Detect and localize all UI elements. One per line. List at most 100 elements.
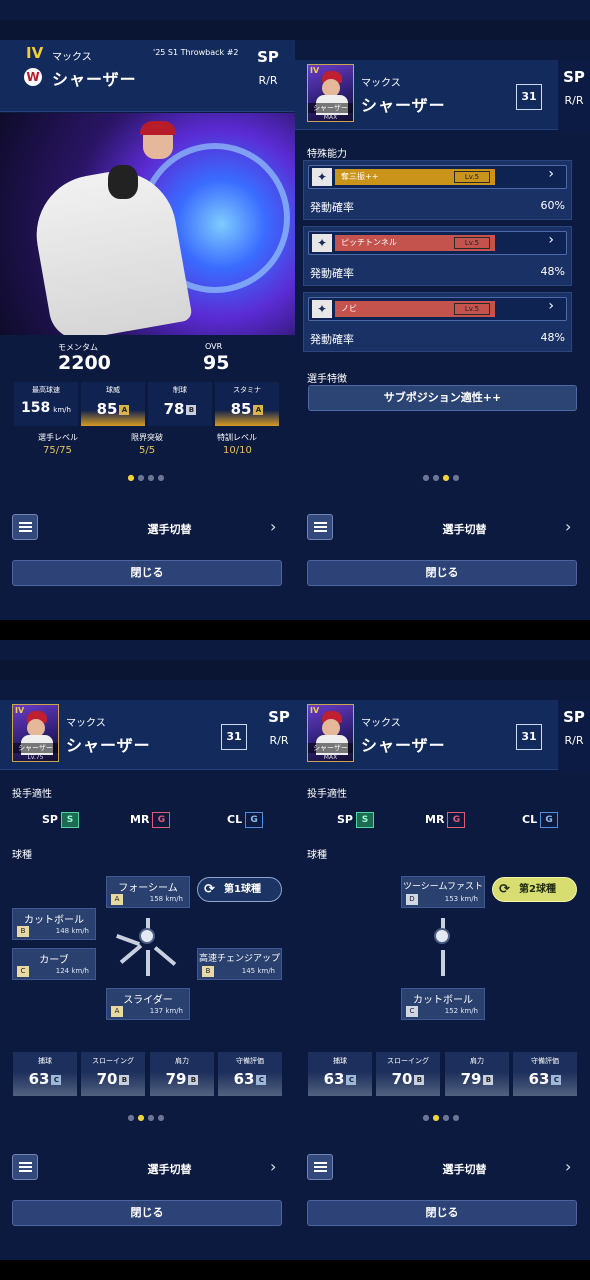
stamina-value: 85 bbox=[230, 400, 252, 418]
close-button[interactable]: 閉じる bbox=[307, 1200, 577, 1226]
position: SP bbox=[563, 68, 585, 86]
last-name: シャーザー bbox=[52, 70, 137, 89]
pitch-name: スライダー bbox=[123, 995, 173, 1006]
chevron-right-icon: › bbox=[548, 298, 554, 314]
fielding-rating: 守備評価 63 C bbox=[218, 1052, 282, 1096]
stat-label: 守備評価 bbox=[531, 1057, 559, 1065]
pitch-speed: 148 km/h bbox=[55, 927, 89, 935]
next-player-button[interactable]: › bbox=[270, 1157, 276, 1176]
pitch-slot-badge[interactable]: ⟳ 第1球種 bbox=[197, 877, 282, 902]
skill-row[interactable]: ✦ ノビ Lv.5 › bbox=[308, 297, 567, 321]
apt-grade: G bbox=[245, 812, 264, 828]
stat-label: スローイング bbox=[387, 1057, 429, 1065]
close-button[interactable]: 閉じる bbox=[307, 560, 577, 586]
pitch-slider[interactable]: スライダー A 137 km/h bbox=[106, 988, 190, 1020]
pitch-grade: D bbox=[406, 894, 418, 905]
top-band bbox=[0, 660, 295, 680]
fielding-throwing: スローイング 70 B bbox=[81, 1052, 145, 1096]
thumb-name: シャーザー bbox=[308, 743, 353, 753]
speed-unit: km/h bbox=[53, 406, 71, 414]
value: 79 bbox=[460, 1070, 482, 1088]
close-button[interactable]: 閉じる bbox=[12, 560, 282, 586]
stat-value: 78 B bbox=[148, 400, 212, 418]
speed-value: 158 bbox=[21, 400, 51, 416]
stat-value: 63 C bbox=[218, 1070, 282, 1088]
trait-button[interactable]: サブポジション適性++ bbox=[308, 385, 577, 411]
skill-row[interactable]: ✦ 奪三振++ Lv.5 › bbox=[308, 165, 567, 189]
value: 63 bbox=[528, 1070, 550, 1088]
next-player-button[interactable]: › bbox=[565, 1157, 571, 1176]
player-switch-label: 選手切替 bbox=[442, 523, 487, 536]
page-dots: ●●●● bbox=[422, 1113, 463, 1122]
limit-value: 5/5 bbox=[139, 445, 156, 456]
skill-level: Lv.5 bbox=[454, 303, 490, 315]
pitch-name: ツーシームファスト bbox=[402, 882, 483, 892]
grade-badge: A bbox=[119, 404, 130, 415]
player-header: IV シャーザー MAX マックス シャーザー 31 SP R/R bbox=[295, 60, 590, 130]
aptitude-cl: CL G bbox=[227, 812, 264, 828]
rank-badge: IV bbox=[15, 706, 25, 715]
apt-grade: S bbox=[355, 812, 374, 828]
ovr-value: 95 bbox=[203, 352, 230, 374]
badge-label: 第2球種 bbox=[519, 884, 556, 895]
thumb-max: MAX bbox=[323, 754, 338, 761]
team-logo-icon: W bbox=[24, 68, 42, 86]
skill-level: Lv.5 bbox=[454, 237, 490, 249]
stat-value: 79 B bbox=[445, 1070, 509, 1088]
rate-label: 発動確率 bbox=[310, 267, 354, 280]
close-button[interactable]: 閉じる bbox=[12, 1200, 282, 1226]
rank-badge: IV bbox=[26, 44, 44, 62]
pitch-four-seam[interactable]: フォーシーム A 158 km/h bbox=[106, 876, 190, 908]
skill-row[interactable]: ✦ ピッチトンネル Lv.5 › bbox=[308, 231, 567, 255]
uniform-number: 31 bbox=[516, 84, 542, 110]
stat-stamina: スタミナ 85 A bbox=[215, 382, 279, 426]
value: 70 bbox=[96, 1070, 118, 1088]
thumb-name: シャーザー bbox=[308, 103, 353, 113]
apt-pos: SP bbox=[337, 813, 353, 826]
apt-pos: CL bbox=[227, 813, 243, 826]
pitch-title: 球種 bbox=[12, 850, 32, 861]
rate-label: 発動確率 bbox=[310, 201, 354, 214]
pitch-speed: 158 km/h bbox=[149, 895, 183, 903]
next-player-button[interactable]: › bbox=[270, 517, 276, 536]
power-value: 85 bbox=[96, 400, 118, 418]
bats-throws: R/R bbox=[258, 74, 278, 87]
player-photo bbox=[0, 113, 295, 335]
momentum-value: 2200 bbox=[58, 352, 111, 374]
pitch-diagram-lines bbox=[108, 916, 188, 980]
apt-pos: CL bbox=[522, 813, 538, 826]
pitch-name: 高速チェンジアップ bbox=[198, 954, 280, 964]
pitch-cutter[interactable]: カットボール C 152 km/h bbox=[401, 988, 485, 1020]
pitch-name: フォーシーム bbox=[118, 883, 178, 894]
stat-label: 捕球 bbox=[333, 1057, 347, 1065]
pitch-cutter[interactable]: カットボール B 148 km/h bbox=[12, 908, 96, 940]
training-label: 特訓レベル bbox=[217, 433, 257, 442]
first-name: マックス bbox=[361, 718, 401, 729]
player-thumbnail: IV シャーザー MAX bbox=[307, 704, 354, 762]
pitch-curve[interactable]: カーブ C 124 km/h bbox=[12, 948, 96, 980]
control-value: 78 bbox=[163, 400, 185, 418]
first-name: マックス bbox=[52, 52, 92, 63]
pitch-two-seam[interactable]: ツーシームファスト D 153 km/h bbox=[401, 876, 485, 908]
training-value: 10/10 bbox=[223, 445, 252, 456]
skill-card: ✦ ノビ Lv.5 › 発動確率 48% bbox=[303, 292, 572, 352]
top-band bbox=[0, 20, 295, 40]
player-switch-label: 選手切替 bbox=[442, 1163, 487, 1176]
player-thumbnail: IV シャーザー Lv.75 bbox=[12, 704, 59, 762]
rate-value: 48% bbox=[540, 331, 565, 344]
first-name: マックス bbox=[361, 78, 401, 89]
fielding-catch: 捕球 63 C bbox=[308, 1052, 372, 1096]
level-value: 75/75 bbox=[43, 445, 72, 456]
pitcher-skill-icon: ✦ bbox=[312, 168, 332, 186]
limit-label: 限界突破 bbox=[131, 433, 163, 442]
pitch-changeup[interactable]: 高速チェンジアップ B 145 km/h bbox=[197, 948, 282, 980]
next-player-button[interactable]: › bbox=[565, 517, 571, 536]
pitch-grade: C bbox=[17, 966, 29, 977]
special-title: 特殊能力 bbox=[307, 149, 347, 160]
pitch-grade: B bbox=[17, 926, 29, 937]
position-block: SP R/R bbox=[263, 700, 295, 770]
grade-badge: C bbox=[551, 1074, 562, 1085]
pitch-speed: 124 km/h bbox=[55, 967, 89, 975]
pitch-slot-badge[interactable]: ⟳ 第2球種 bbox=[492, 877, 577, 902]
pitch-grade: C bbox=[406, 1006, 418, 1017]
